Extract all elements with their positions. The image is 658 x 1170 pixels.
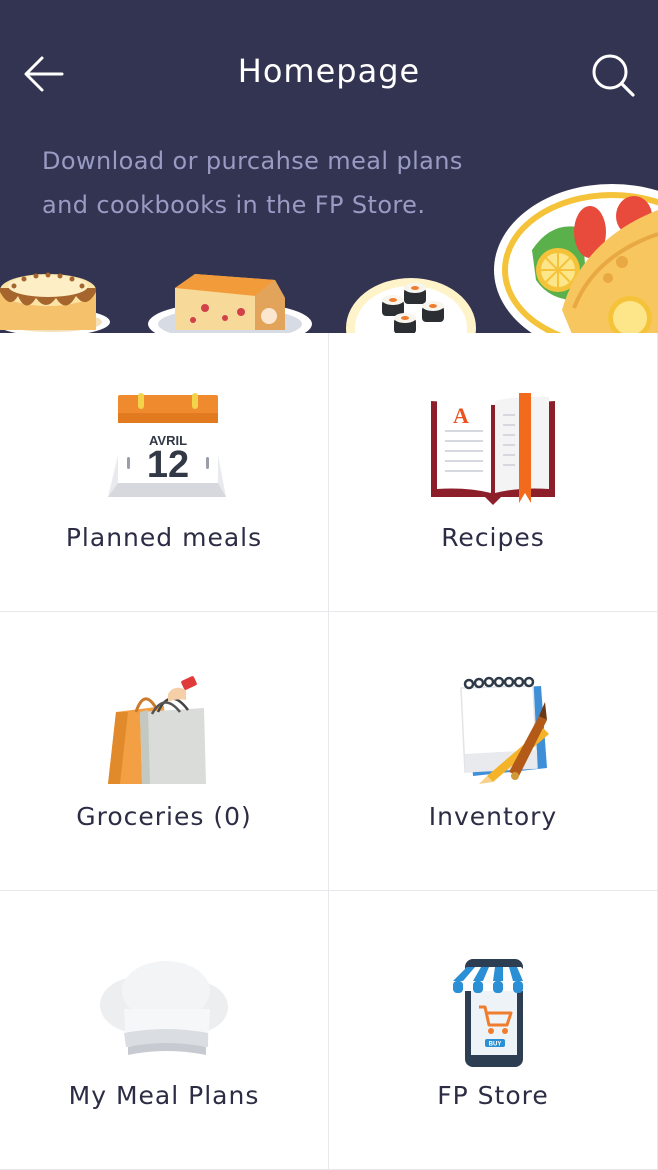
search-button[interactable] <box>590 52 636 98</box>
tile-label-fp-store: FP Store <box>437 1081 549 1110</box>
tile-fp-store[interactable]: BUY FP Store <box>329 891 658 1170</box>
tile-groceries[interactable]: Groceries (0) <box>0 612 329 891</box>
omelette-plate-illustration <box>494 184 658 333</box>
svg-text:12: 12 <box>147 444 189 486</box>
tile-label-inventory: Inventory <box>428 802 558 831</box>
menu-grid: AVRIL 12 Planned meals A Recipes Groceri… <box>0 333 658 1170</box>
cake-illustration <box>0 272 110 333</box>
pastry-illustration <box>148 274 312 333</box>
notepad-icon <box>460 676 549 784</box>
tile-label-my-meal-plans: My Meal Plans <box>68 1081 260 1110</box>
sushi-illustration <box>346 278 476 333</box>
tile-label-groceries: Groceries (0) <box>76 802 252 831</box>
app-header: Homepage Download or purcahse meal plans… <box>0 0 658 333</box>
tile-recipes[interactable]: A Recipes <box>329 333 658 612</box>
tile-planned-meals[interactable]: AVRIL 12 Planned meals <box>0 333 329 612</box>
page-title: Homepage <box>237 52 421 90</box>
calendar-icon: AVRIL 12 <box>108 393 226 497</box>
chef-hat-icon <box>100 961 228 1055</box>
recipe-book-icon: A <box>431 393 555 505</box>
tile-label-recipes: Recipes <box>441 523 545 552</box>
store-promo-text: Download or purcahse meal plans and cook… <box>42 147 463 219</box>
tile-label-planned-meals: Planned meals <box>65 523 263 552</box>
shopping-bags-icon <box>108 676 206 784</box>
svg-text:BUY: BUY <box>489 1042 502 1048</box>
tile-my-meal-plans[interactable]: My Meal Plans <box>0 891 329 1170</box>
tile-inventory[interactable]: Inventory <box>329 612 658 891</box>
svg-text:A: A <box>453 403 469 428</box>
mobile-store-icon: BUY <box>453 959 535 1067</box>
search-icon <box>592 54 635 97</box>
